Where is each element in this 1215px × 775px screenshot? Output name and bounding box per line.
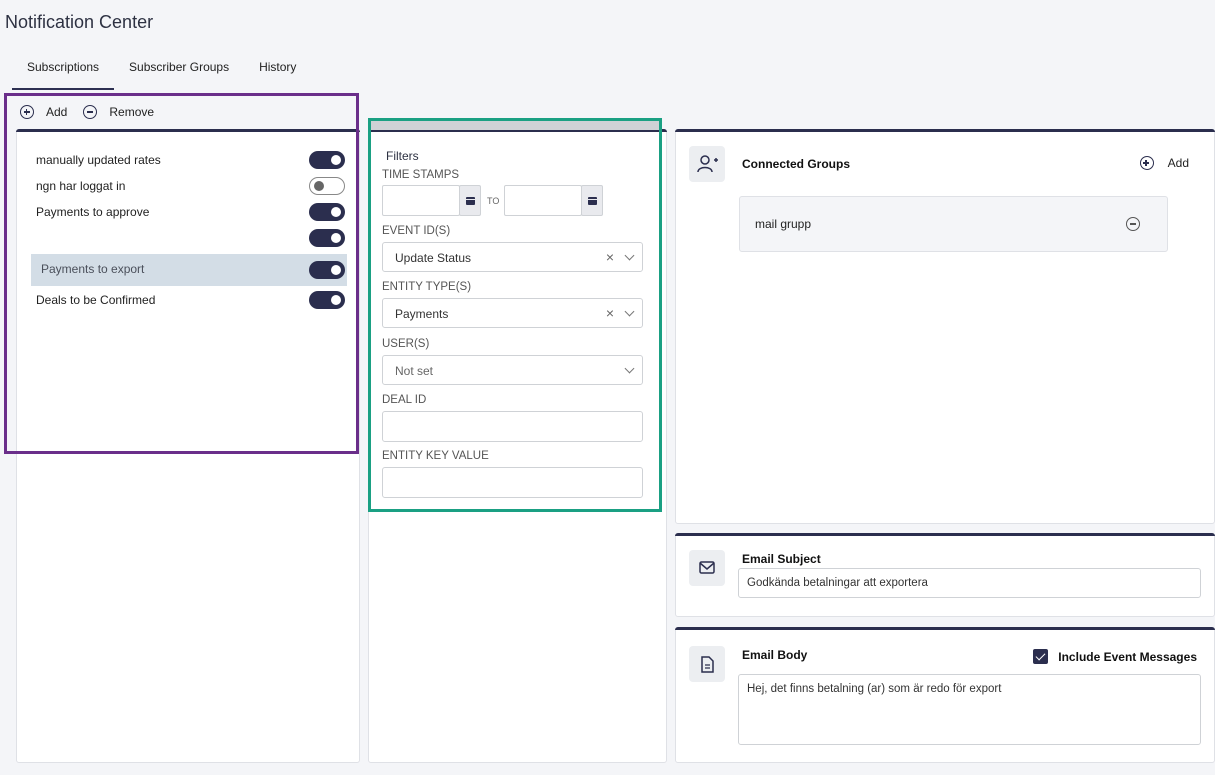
email-body-panel: Email Body Include Event Messages Hej, d… <box>675 627 1215 763</box>
email-body-title: Email Body <box>742 648 808 662</box>
user-plus-icon <box>689 146 725 182</box>
envelope-icon <box>689 550 725 586</box>
add-group-label: Add <box>1167 156 1189 170</box>
check-icon <box>1033 649 1049 664</box>
panel-accent-line <box>675 627 1215 630</box>
group-name: mail grupp <box>755 217 812 231</box>
minus-circle-icon[interactable] <box>1126 217 1140 231</box>
email-subject-panel: Email Subject Godkända betalningar att e… <box>675 533 1215 617</box>
tab-subscriber-groups[interactable]: Subscriber Groups <box>114 57 244 90</box>
email-subject-title: Email Subject <box>742 552 821 566</box>
title-bar <box>0 0 1215 44</box>
plus-circle-icon <box>1139 156 1154 170</box>
group-row: mail grupp <box>739 196 1168 252</box>
tab-subscriptions[interactable]: Subscriptions <box>12 57 115 90</box>
panel-accent-line <box>675 533 1215 536</box>
include-event-messages-checkbox[interactable]: Include Event Messages <box>1033 649 1197 664</box>
highlight-box-filters <box>368 118 662 512</box>
email-body-textarea[interactable]: Hej, det finns betalning (ar) som är red… <box>738 674 1201 745</box>
document-icon <box>689 646 725 682</box>
panel-accent-line <box>675 129 1215 132</box>
email-subject-input[interactable]: Godkända betalningar att exportera <box>738 568 1201 598</box>
page-title: Notification Center <box>5 12 154 32</box>
tab-bar: Subscriptions Subscriber Groups History <box>12 57 311 90</box>
highlight-box-subscriptions <box>4 93 359 454</box>
add-group-button[interactable]: Add <box>1139 156 1189 170</box>
connected-groups-panel: Connected Groups Add mail grupp <box>675 129 1215 524</box>
connected-groups-title: Connected Groups <box>742 157 851 171</box>
include-event-messages-label: Include Event Messages <box>1058 649 1197 664</box>
tab-history[interactable]: History <box>244 57 311 90</box>
